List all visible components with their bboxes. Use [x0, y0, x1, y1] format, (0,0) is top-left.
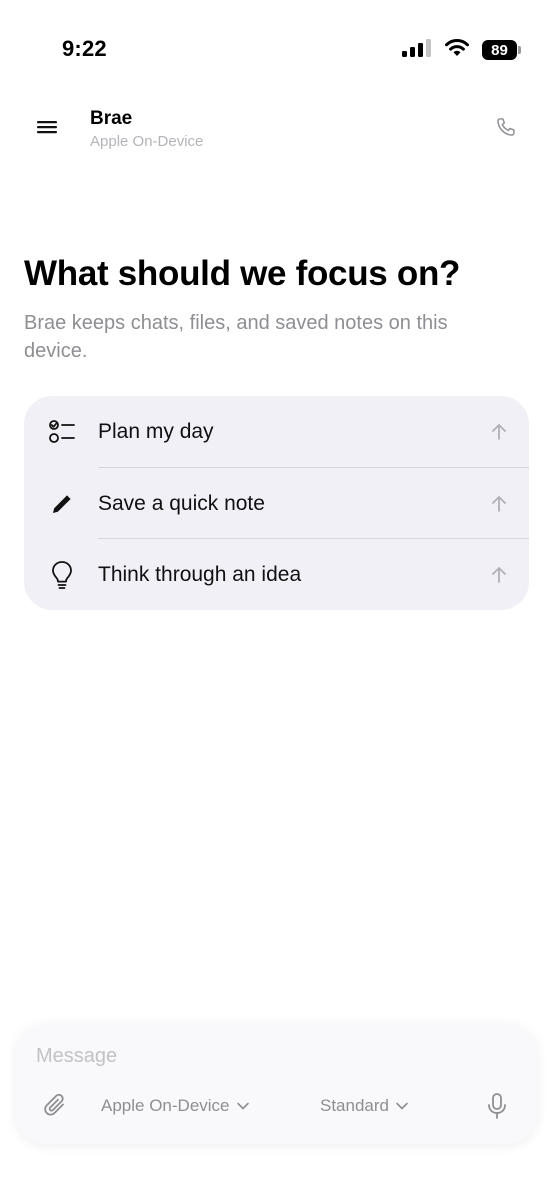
battery-level: 89: [491, 41, 508, 59]
suggestion-plan-my-day[interactable]: Plan my day: [24, 396, 529, 467]
message-input[interactable]: [34, 1040, 518, 1072]
chat-subtitle: Apple On-Device: [90, 133, 204, 150]
arrow-up-icon: [489, 422, 509, 442]
microphone-icon: [486, 1092, 508, 1125]
arrow-up-icon: [489, 565, 509, 585]
menu-icon: [36, 119, 58, 140]
phone-icon: [495, 116, 517, 143]
status-time: 9:22: [62, 36, 107, 61]
chevron-down-icon: [236, 1096, 250, 1116]
mode-selector-label: Standard: [320, 1096, 389, 1115]
message-composer: Apple On-Device Standard: [16, 1024, 537, 1144]
suggestion-label: Plan my day: [98, 419, 214, 443]
lightbulb-icon: [46, 559, 78, 591]
checklist-icon: [46, 416, 78, 448]
suggestion-think-through-idea[interactable]: Think through an idea: [24, 539, 529, 610]
call-button[interactable]: [489, 112, 523, 146]
attach-button[interactable]: [40, 1092, 72, 1124]
cellular-signal-icon: [402, 38, 432, 63]
hero-title: What should we focus on?: [24, 254, 461, 293]
suggestions-card: Plan my day Save a quick note Think thro…: [24, 396, 529, 610]
model-selector-label: Apple On-Device: [101, 1096, 230, 1115]
pencil-icon: [46, 488, 78, 520]
chat-title: Brae: [90, 108, 133, 129]
suggestion-label: Save a quick note: [98, 491, 265, 515]
microphone-button[interactable]: [481, 1092, 513, 1124]
menu-button[interactable]: [30, 112, 64, 146]
mode-selector[interactable]: Standard: [320, 1096, 409, 1116]
model-selector[interactable]: Apple On-Device: [101, 1096, 250, 1116]
battery-icon: 89: [482, 40, 521, 60]
arrow-up-icon: [489, 494, 509, 514]
hero-subtitle: Brae keeps chats, files, and saved notes…: [24, 312, 448, 362]
wifi-icon: [444, 38, 470, 63]
suggestion-label: Think through an idea: [98, 562, 302, 586]
status-icons: 89: [402, 38, 521, 63]
paperclip-icon: [43, 1092, 69, 1125]
chevron-down-icon: [395, 1096, 409, 1116]
suggestion-save-quick-note[interactable]: Save a quick note: [24, 468, 529, 539]
